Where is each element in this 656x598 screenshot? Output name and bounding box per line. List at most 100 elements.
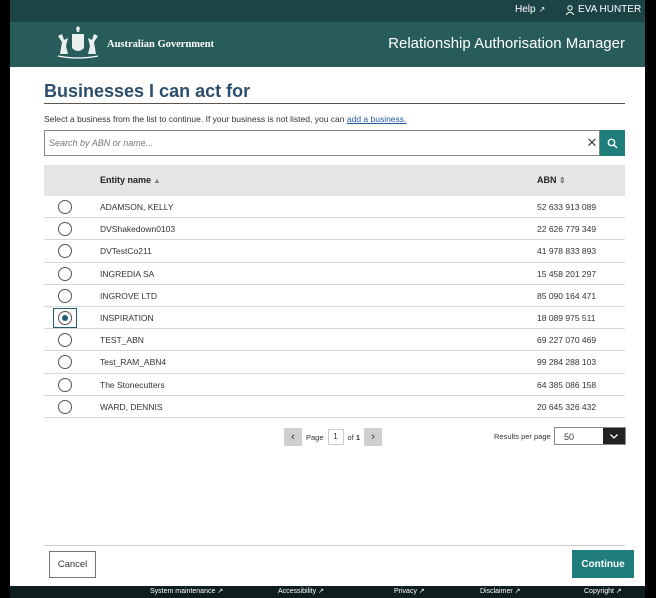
row-radio-button[interactable] — [58, 310, 72, 325]
row-radio-button[interactable] — [58, 244, 72, 259]
add-business-link[interactable]: add a business. — [347, 114, 407, 124]
table-row[interactable]: INGREDIA SA 15 458 201 297 — [44, 263, 625, 285]
app-frame: Help ↗ EVA HUNTER Australian Government … — [10, 0, 645, 598]
coat-of-arms-icon — [57, 26, 99, 59]
previous-page-button[interactable]: ‹ — [284, 428, 302, 446]
app-title: Relationship Authorisation Manager — [388, 35, 625, 52]
row-radio-button[interactable] — [58, 288, 72, 303]
sort-icon: ⇕ — [559, 176, 566, 185]
abn-cell: 99 284 288 103 — [537, 357, 597, 368]
abn-cell: 22 626 779 349 — [537, 224, 597, 235]
entity-name-cell: INGREDIA SA — [100, 268, 155, 279]
continue-button[interactable]: Continue — [572, 550, 634, 578]
results-per-page-label: Results per page — [494, 432, 551, 441]
table-body: ADAMSON, KELLY 52 633 913 089 DVShakedown0… — [44, 196, 625, 418]
external-link-icon: ↗ — [613, 588, 622, 595]
entity-name-cell: Test_RAM_ABN4 — [100, 357, 167, 368]
chevron-right-icon: › — [371, 431, 375, 443]
row-radio-button[interactable] — [58, 266, 72, 281]
external-link-icon: ↗ — [512, 588, 521, 595]
abn-cell: 52 633 913 089 — [537, 202, 597, 212]
entity-name-cell: DVTestCo211 — [100, 246, 152, 257]
instructions-text: Select a business from the list to conti… — [44, 114, 347, 124]
footer-link-label: Copyright — [584, 588, 614, 595]
abn-label: ABN — [537, 175, 557, 185]
of-label: of — [347, 432, 354, 442]
title-divider — [44, 103, 625, 104]
entity-name-cell: INSPIRATION — [100, 312, 154, 323]
current-page-input[interactable]: 1 — [327, 429, 344, 445]
entity-name-header[interactable]: Entity name ▲ — [100, 175, 160, 185]
entity-name-cell: WARD, DENNIS — [100, 401, 163, 412]
abn-cell: 18 089 975 511 — [537, 312, 596, 323]
instructions: Select a business from the list to conti… — [44, 114, 406, 124]
table-row[interactable]: Test_RAM_ABN4 99 284 288 103 — [44, 351, 625, 374]
footer-link-label: Privacy — [394, 588, 417, 595]
row-radio-button[interactable] — [58, 377, 72, 392]
user-icon — [565, 4, 575, 15]
search-input[interactable] — [49, 133, 569, 153]
row-radio-button[interactable] — [58, 399, 72, 414]
footer-link[interactable]: Accessibility ↗ — [278, 587, 324, 595]
site-header: Australian Government Relationship Autho… — [10, 22, 645, 67]
footer-link-label: Accessibility — [278, 588, 317, 595]
site-footer: System maintenance ↗ Accessibility ↗ Priva… — [10, 586, 645, 598]
abn-cell: 20 645 326 432 — [537, 401, 597, 412]
footer-link-label: System maintenance — [150, 588, 216, 595]
table-row[interactable]: DVTestCo211 41 978 833 893 — [44, 240, 625, 263]
table-row[interactable]: ADAMSON, KELLY 52 633 913 089 — [44, 196, 625, 219]
row-radio-button[interactable] — [58, 333, 72, 348]
table-header: Entity name ▲ ABN ⇕ — [44, 165, 625, 196]
search-icon — [607, 138, 618, 148]
results-per-page-select[interactable]: 50 — [554, 427, 626, 445]
entity-name-label: Entity name — [100, 175, 152, 185]
table-row[interactable]: The Stonecutters 64 385 086 158 — [44, 374, 625, 396]
help-link[interactable]: Help ↗ — [515, 4, 545, 15]
abn-header[interactable]: ABN ⇕ — [537, 175, 566, 185]
row-radio-button[interactable] — [58, 355, 72, 370]
entity-name-cell: INGROVE LTD — [100, 290, 157, 301]
footer-link[interactable]: Disclaimer ↗ — [480, 587, 520, 595]
actions-divider — [44, 545, 625, 546]
sort-ascending-icon: ▲ — [153, 178, 161, 185]
entity-name-cell: ADAMSON, KELLY — [100, 202, 174, 212]
abn-cell: 15 458 201 297 — [537, 268, 597, 279]
chevron-down-icon — [603, 428, 625, 444]
government-name: Australian Government — [107, 39, 215, 50]
footer-link[interactable]: Privacy ↗ — [394, 587, 425, 595]
business-table: Entity name ▲ ABN ⇕ ADAMSON, KELLY 52 633… — [44, 165, 625, 418]
table-row[interactable]: WARD, DENNIS 20 645 326 432 — [44, 396, 625, 418]
external-link-icon: ↗ — [538, 5, 546, 14]
entity-name-cell: TEST_ABN — [100, 335, 144, 346]
total-pages: 1 — [355, 432, 361, 442]
page-title: Businesses I can act for — [44, 81, 251, 101]
row-radio-button[interactable] — [58, 200, 72, 214]
clear-search-icon[interactable]: ✕ — [585, 134, 599, 152]
table-row[interactable]: TEST_ABN 69 227 070 469 — [44, 329, 625, 352]
page-label: Page — [306, 432, 324, 442]
page-count: of 1 — [348, 433, 361, 442]
footer-link[interactable]: Copyright ↗ — [584, 587, 622, 595]
utility-bar: Help ↗ EVA HUNTER — [10, 0, 645, 22]
user-menu[interactable]: EVA HUNTER — [565, 4, 641, 15]
cancel-button[interactable]: Cancel — [49, 551, 96, 578]
external-link-icon: ↗ — [215, 588, 224, 595]
user-name: EVA HUNTER — [578, 4, 642, 15]
abn-cell: 64 385 086 158 — [537, 379, 597, 390]
results-per-page-value: 50 — [564, 432, 575, 442]
pagination: ‹ Page 1 of 1 › — [284, 427, 383, 447]
search-button[interactable] — [600, 130, 625, 156]
table-row[interactable]: INSPIRATION 18 089 975 511 — [44, 307, 625, 330]
table-row[interactable]: DVShakedown0103 22 626 779 349 — [44, 218, 625, 241]
footer-link-label: Disclaimer — [480, 588, 513, 595]
search-box: ✕ — [44, 130, 600, 156]
abn-cell: 41 978 833 893 — [537, 246, 597, 257]
abn-cell: 69 227 070 469 — [537, 335, 597, 346]
help-label: Help — [515, 4, 536, 15]
table-row[interactable]: INGROVE LTD 85 090 164 471 — [44, 285, 625, 307]
next-page-button[interactable]: › — [364, 428, 383, 446]
chevron-left-icon: ‹ — [291, 431, 295, 443]
external-link-icon: ↗ — [316, 588, 324, 595]
footer-link[interactable]: System maintenance ↗ — [150, 587, 223, 595]
row-radio-button[interactable] — [58, 222, 72, 237]
